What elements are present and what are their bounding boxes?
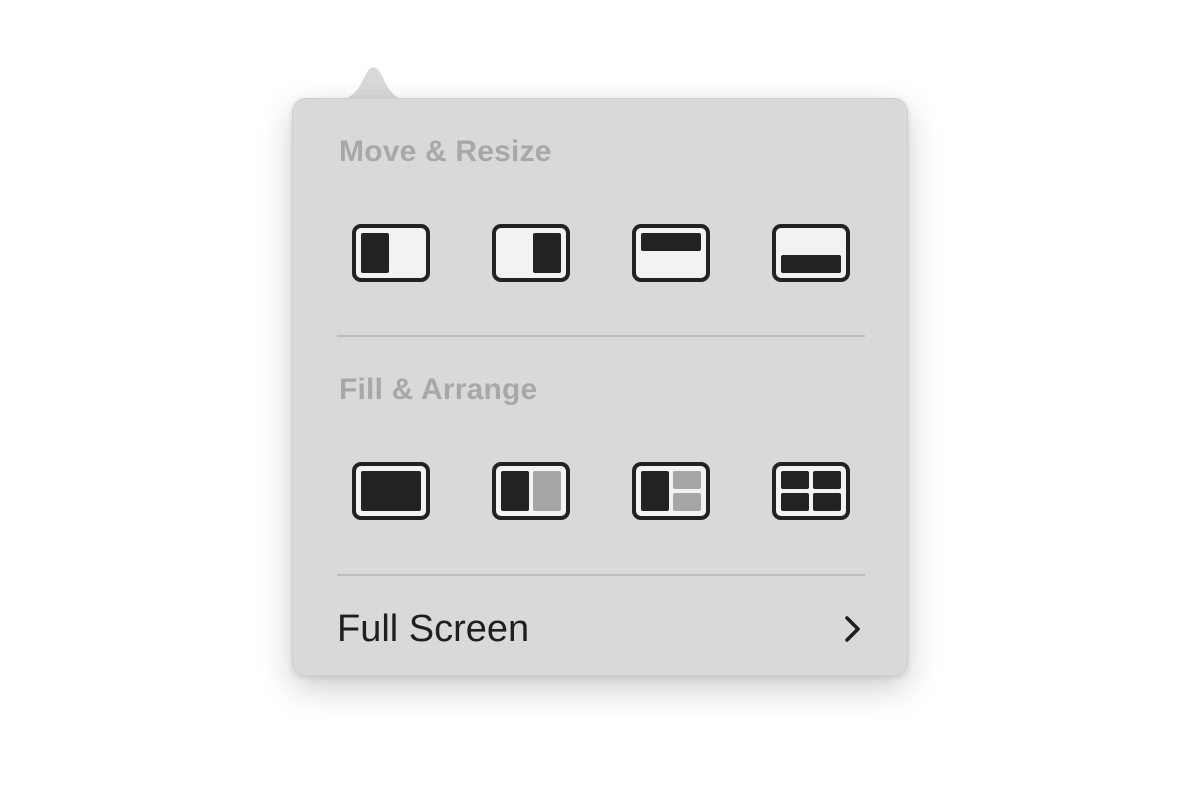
grid-four-icon [772, 462, 850, 520]
split-two-icon [492, 462, 570, 520]
split-two-button[interactable] [491, 459, 571, 523]
window-tiling-popover: Move & Resize Fill & Arrange Full Screen [292, 98, 908, 676]
right-half-button[interactable] [491, 221, 571, 285]
popover-arrow [320, 67, 420, 102]
bottom-half-button[interactable] [771, 221, 851, 285]
bottom-half-tile-icon [772, 224, 850, 282]
fill-screen-icon [352, 462, 430, 520]
left-half-button[interactable] [351, 221, 431, 285]
split-three-button[interactable] [631, 459, 711, 523]
left-half-tile-icon [352, 224, 430, 282]
fill-arrange-row [351, 459, 851, 523]
move-resize-title: Move & Resize [339, 135, 552, 168]
fill-screen-button[interactable] [351, 459, 431, 523]
move-resize-row [351, 221, 851, 285]
fill-arrange-title: Fill & Arrange [339, 373, 538, 406]
grid-four-button[interactable] [771, 459, 851, 523]
top-half-button[interactable] [631, 221, 711, 285]
section-divider [337, 574, 865, 576]
chevron-right-icon [845, 616, 860, 642]
full-screen-label: Full Screen [337, 607, 530, 650]
split-three-icon [632, 462, 710, 520]
section-divider [337, 335, 865, 337]
top-half-tile-icon [632, 224, 710, 282]
full-screen-menu-item[interactable]: Full Screen [337, 599, 865, 659]
right-half-tile-icon [492, 224, 570, 282]
